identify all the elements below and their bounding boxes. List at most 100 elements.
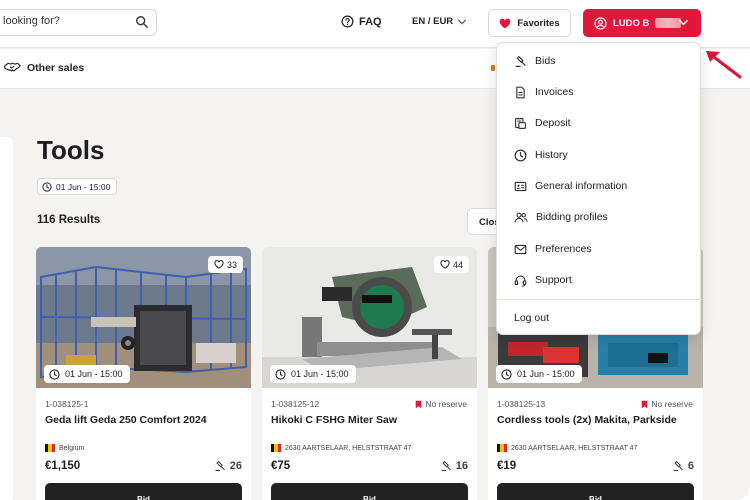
results-count: 116 Results: [37, 214, 101, 226]
auction-date-chip: 01 Jun - 15:00: [37, 178, 118, 195]
closing-time-value: 01 Jun - 15:00: [291, 369, 349, 379]
bid-button[interactable]: Bid: [271, 483, 468, 500]
bid-count: 16: [440, 460, 468, 472]
bid-button[interactable]: Bid: [45, 483, 242, 500]
search-icon[interactable]: [135, 15, 149, 29]
bid-count-value: 6: [687, 460, 694, 472]
menu-item-label: Bids: [535, 55, 556, 67]
lot-title[interactable]: Hikoki C FSHG Miter Saw: [271, 414, 397, 426]
heart-outline-icon: [440, 260, 450, 269]
lot-image[interactable]: 44 01 Jun - 15:00: [262, 247, 477, 388]
menu-item-label: Preferences: [535, 243, 592, 255]
bid-count-value: 16: [455, 460, 468, 472]
question-circle-icon: [341, 15, 354, 28]
lot-location-text: Belgium: [59, 444, 85, 452]
id-card-icon: [514, 181, 527, 191]
app-window: FAQ EN / EUR Favorites LUDO B Other sale…: [0, 0, 750, 500]
gavel-icon: [441, 460, 451, 472]
favorite-count-value: 33: [226, 259, 237, 270]
other-sales-label: Other sales: [27, 61, 85, 74]
menu-item-preferences[interactable]: Preferences: [497, 235, 702, 263]
lot-price: €19: [497, 460, 517, 472]
favorite-count-value: 44: [452, 259, 463, 270]
search-box[interactable]: [0, 9, 157, 36]
menu-item-bidding-profiles[interactable]: Bidding profiles: [497, 203, 702, 231]
language-selector[interactable]: EN / EUR: [412, 16, 467, 27]
menu-item-invoices[interactable]: Invoices: [497, 78, 702, 106]
no-reserve-label: No reserve: [651, 399, 693, 409]
menu-item-label: Deposit: [535, 117, 571, 129]
favorites-button[interactable]: Favorites: [488, 9, 571, 37]
lot-price: €1,150: [45, 460, 81, 472]
lot-number: 1-038125-13: [497, 399, 546, 409]
bookmark-icon: [416, 400, 422, 408]
menu-item-label: Bidding profiles: [536, 211, 608, 223]
lot-number: 1-038125-12: [271, 399, 320, 409]
clock-icon: [42, 181, 52, 192]
lot-image[interactable]: 33 01 Jun - 15:00: [36, 247, 251, 388]
belgium-flag-icon: [45, 444, 55, 452]
menu-item-history[interactable]: History: [497, 141, 702, 169]
page-title: Tools: [37, 135, 105, 165]
envelope-icon: [514, 244, 527, 254]
no-reserve-label: No reserve: [425, 399, 467, 409]
clock-icon: [501, 368, 512, 380]
closing-time-value: 01 Jun - 15:00: [65, 369, 123, 379]
heart-outline-icon: [214, 260, 224, 269]
lot-location-text: 2630 AARTSELAAR, HELSTSTRAAT 47: [285, 444, 412, 452]
menu-item-deposit[interactable]: Deposit: [497, 109, 702, 137]
menu-item-general-information[interactable]: General information: [497, 172, 702, 200]
lot-location: 2630 AARTSELAAR, HELSTSTRAAT 47: [497, 444, 637, 452]
heart-icon: [500, 18, 511, 28]
top-header: FAQ EN / EUR Favorites LUDO B: [0, 0, 750, 48]
gavel-icon: [515, 55, 526, 67]
user-circle-icon: [594, 16, 607, 30]
bid-count: 6: [672, 460, 694, 472]
bid-button[interactable]: Bid: [497, 483, 694, 500]
gavel-icon: [673, 460, 683, 472]
bid-count: 26: [214, 460, 242, 472]
menu-item-bids[interactable]: Bids: [497, 47, 702, 75]
bid-count-value: 26: [229, 460, 242, 472]
menu-item-log-out[interactable]: Log out: [497, 304, 702, 332]
menu-item-support[interactable]: Support: [497, 266, 702, 294]
language-label: EN / EUR: [412, 16, 454, 27]
logout-label: Log out: [514, 312, 550, 324]
favorite-count[interactable]: 33: [207, 256, 243, 273]
menu-item-label: Support: [535, 274, 572, 286]
menu-item-label: General information: [535, 180, 628, 192]
lot-title[interactable]: Cordless tools (2x) Makita, Parkside: [497, 414, 677, 426]
account-dropdown-menu: Bids Invoices Deposit History General in…: [496, 42, 702, 335]
chevron-down-icon: [679, 19, 688, 26]
annotation-arrow-icon: [706, 51, 742, 79]
search-input[interactable]: [3, 15, 123, 27]
favorites-label: Favorites: [517, 17, 560, 29]
user-menu-button[interactable]: LUDO B: [583, 9, 701, 37]
lot-number: 1-038125-1: [45, 399, 89, 409]
lot-location-text: 2630 AARTSELAAR, HELSTSTRAAT 47: [511, 444, 638, 452]
favorite-count[interactable]: 44: [433, 256, 469, 273]
clock-icon: [275, 368, 286, 380]
faq-label: FAQ: [359, 15, 382, 28]
lot-card[interactable]: 33 01 Jun - 15:00 1-038125-1 Geda lift G…: [36, 247, 251, 500]
closing-time-value: 01 Jun - 15:00: [517, 369, 575, 379]
no-reserve-badge: No reserve: [415, 399, 467, 409]
other-sales-link[interactable]: Other sales: [4, 61, 84, 74]
closing-time: 01 Jun - 15:00: [44, 365, 130, 383]
closing-time: 01 Jun - 15:00: [270, 365, 356, 383]
lot-location: 2630 AARTSELAAR, HELSTSTRAAT 47: [271, 444, 411, 452]
belgium-flag-icon: [497, 444, 507, 452]
menu-divider: [497, 299, 702, 300]
lot-card[interactable]: 44 01 Jun - 15:00 1-038125-12 No reserve…: [262, 247, 477, 500]
auction-date: 01 Jun - 15:00: [56, 181, 111, 192]
filter-panel: [0, 137, 13, 500]
no-reserve-badge: No reserve: [641, 399, 693, 409]
subnav-marker: [491, 65, 495, 71]
lot-location: Belgium: [45, 444, 84, 452]
chevron-down-icon: [458, 19, 467, 24]
menu-item-label: Invoices: [535, 86, 574, 98]
users-icon: [514, 212, 528, 222]
faq-link[interactable]: FAQ: [341, 15, 382, 28]
lot-title[interactable]: Geda lift Geda 250 Comfort 2024: [45, 414, 207, 426]
bookmark-icon: [642, 400, 648, 408]
